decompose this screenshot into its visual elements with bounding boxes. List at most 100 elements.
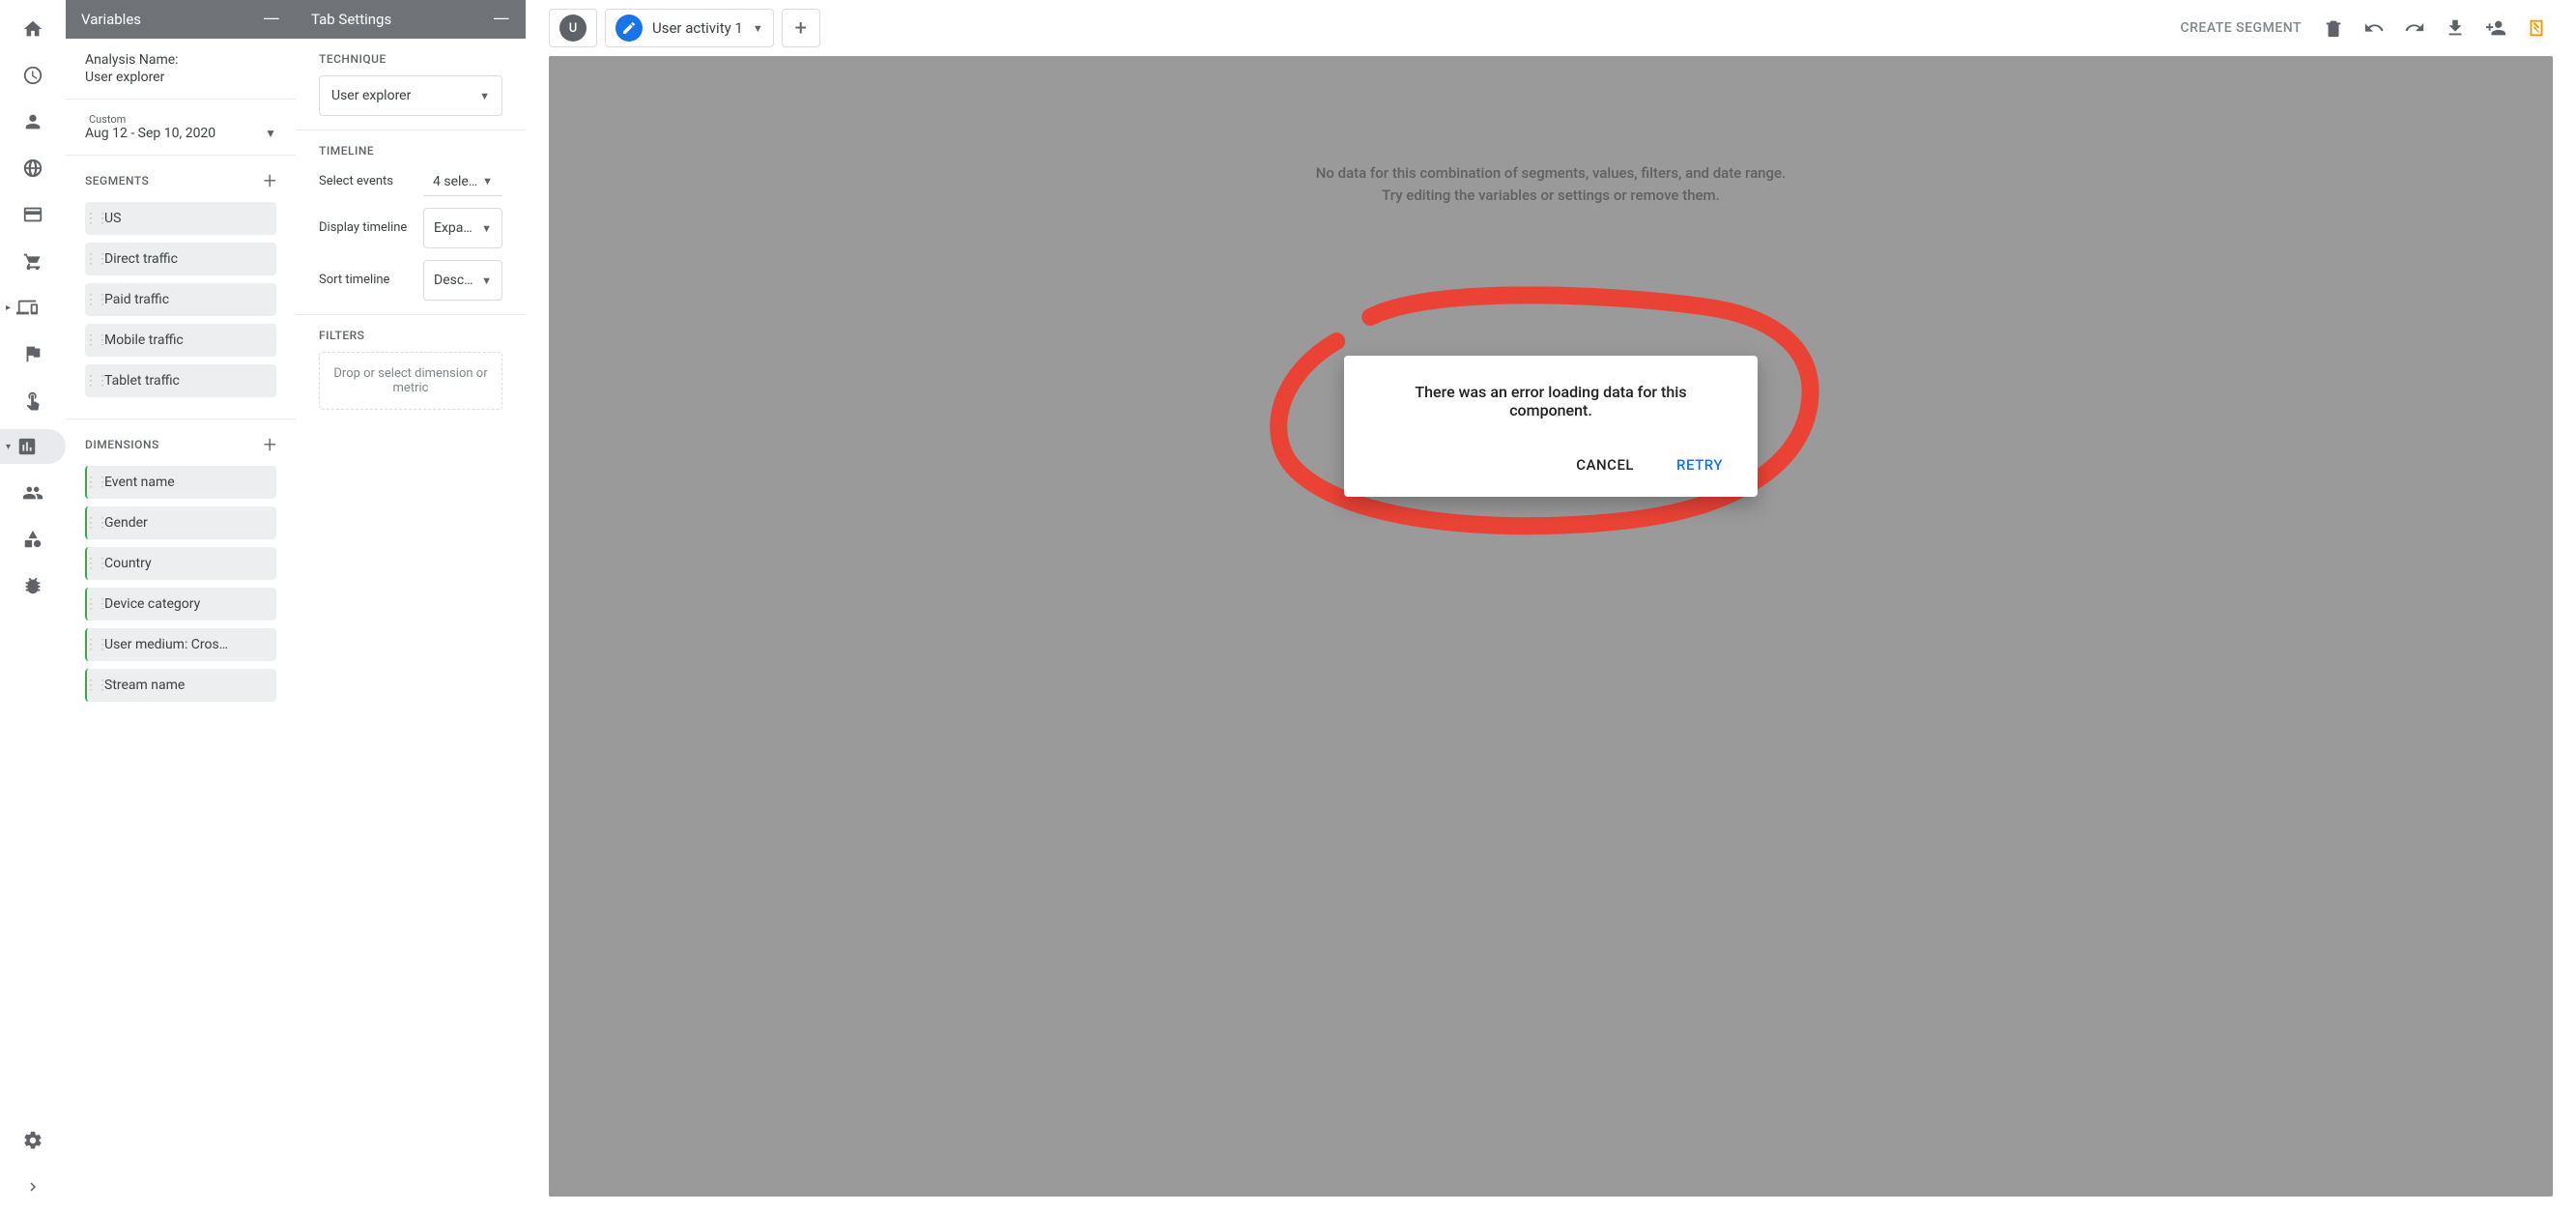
redo-button[interactable] (2398, 12, 2431, 44)
dimension-chip[interactable]: Stream name (85, 669, 276, 702)
select-events-dropdown[interactable]: 4 selected ▼ (423, 167, 502, 196)
filters-dropzone[interactable]: Drop or select dimension or metric (319, 352, 502, 410)
create-segment-button[interactable]: CREATE SEGMENT (2180, 20, 2302, 36)
display-timeline-dropdown[interactable]: Expan… ▼ (423, 208, 502, 248)
drag-handle-icon (87, 678, 104, 693)
filters-label: FILTERS (319, 329, 502, 342)
shapes-icon (22, 529, 43, 550)
undo-icon (2363, 17, 2385, 39)
analysis-name-value[interactable]: User explorer (85, 70, 276, 85)
clock-icon (22, 65, 43, 86)
person-icon (22, 111, 43, 132)
drag-handle-icon (87, 515, 104, 531)
chip-label: US (104, 211, 129, 226)
dimension-chip[interactable]: Device category (85, 588, 276, 620)
chip-label: Event name (104, 475, 183, 490)
bug-icon (22, 575, 43, 596)
drag-handle-icon (87, 637, 104, 652)
tab-settings-title: Tab Settings (311, 11, 391, 28)
tab-badge[interactable]: U (549, 9, 597, 47)
no-data-line2: Try editing the variables or settings or… (1316, 185, 1786, 207)
nav-recent[interactable] (15, 58, 50, 93)
tab-bar: U User activity 1 ▼ + CREATE SEGMENT (549, 8, 2553, 48)
add-dimension-button[interactable]: + (263, 433, 276, 456)
dimension-chip[interactable]: Country (85, 547, 276, 580)
add-segment-button[interactable]: + (263, 169, 276, 192)
nav-touch[interactable] (15, 383, 50, 418)
nav-people[interactable] (15, 476, 50, 510)
select-events-value: 4 selected (433, 174, 478, 189)
segment-chip[interactable]: Direct traffic (85, 243, 276, 275)
dimensions-heading: DIMENSIONS (85, 438, 159, 451)
sampling-icon (2526, 17, 2547, 39)
dimension-chip[interactable]: Gender (85, 506, 276, 539)
download-button[interactable] (2439, 12, 2472, 44)
nav-settings[interactable] (15, 1123, 50, 1158)
timeline-label: TIMELINE (319, 144, 502, 158)
drag-handle-icon (87, 211, 104, 226)
chevron-right-icon (24, 1178, 42, 1196)
drag-handle-icon (87, 475, 104, 490)
nav-user[interactable] (15, 104, 50, 139)
delete-button[interactable] (2317, 12, 2350, 44)
devices-icon (16, 297, 38, 318)
card-icon (22, 204, 43, 225)
chip-label: User medium: Cros… (104, 637, 236, 652)
minimize-icon[interactable]: — (492, 8, 510, 31)
date-custom-label: Custom (85, 113, 276, 126)
nav-devices[interactable]: ▸ (0, 290, 66, 325)
sort-timeline-dropdown[interactable]: Desce… ▼ (423, 260, 502, 301)
nav-expand[interactable] (15, 1169, 50, 1204)
chip-label: Mobile traffic (104, 332, 191, 348)
segment-chip[interactable]: Paid traffic (85, 283, 276, 316)
main-area: U User activity 1 ▼ + CREATE SEGMENT No … (526, 0, 2576, 1212)
add-tab-button[interactable]: + (782, 9, 820, 47)
technique-label: TECHNIQUE (319, 52, 502, 66)
variables-header: Variables — (66, 0, 296, 39)
dimensions-list: Event name Gender Country Device category Us… (66, 466, 296, 723)
drag-handle-icon (87, 251, 104, 267)
caret-down-icon: ▼ (482, 175, 493, 188)
nav-shapes[interactable] (15, 522, 50, 557)
touch-icon (22, 390, 43, 411)
chip-label: Stream name (104, 678, 192, 693)
segment-chip[interactable]: US (85, 202, 276, 235)
nav-home[interactable] (15, 12, 50, 46)
nav-card[interactable] (15, 197, 50, 232)
date-range-selector[interactable]: Aug 12 - Sep 10, 2020 ▼ (85, 126, 276, 141)
drag-handle-icon (87, 292, 104, 307)
nav-flag[interactable] (15, 336, 50, 371)
dimension-chip[interactable]: User medium: Cros… (85, 628, 276, 661)
nav-cart[interactable] (15, 244, 50, 278)
nav-rail: ▸ ▾ (0, 0, 66, 1212)
date-range-value: Aug 12 - Sep 10, 2020 (85, 126, 215, 141)
chip-label: Tablet traffic (104, 373, 187, 389)
technique-select[interactable]: User explorer ▼ (319, 75, 502, 116)
no-data-message: No data for this combination of segments… (1316, 162, 1786, 206)
tab-badge-letter: U (559, 14, 587, 42)
dialog-cancel-button[interactable]: CANCEL (1572, 450, 1638, 479)
nav-analysis[interactable]: ▾ (0, 429, 66, 464)
dialog-retry-button[interactable]: RETRY (1673, 450, 1727, 479)
caret-down-icon: ▼ (481, 274, 492, 287)
share-button[interactable] (2479, 12, 2512, 44)
chip-label: Direct traffic (104, 251, 186, 267)
drag-handle-icon (87, 332, 104, 348)
caret-down-icon: ▼ (479, 90, 490, 102)
nav-globe[interactable] (15, 151, 50, 186)
globe-icon (22, 158, 43, 179)
segment-chip[interactable]: Mobile traffic (85, 324, 276, 357)
undo-button[interactable] (2358, 12, 2390, 44)
segment-chip[interactable]: Tablet traffic (85, 364, 276, 397)
segments-list: US Direct traffic Paid traffic Mobile traff… (66, 202, 296, 418)
caret-down-icon[interactable]: ▼ (753, 22, 763, 35)
caret-down-icon: ▼ (481, 222, 492, 235)
display-timeline-value: Expan… (434, 220, 477, 236)
nav-bug[interactable] (15, 568, 50, 603)
sampling-button[interactable] (2520, 12, 2553, 44)
dimension-chip[interactable]: Event name (85, 466, 276, 499)
sort-timeline-value: Desce… (434, 273, 477, 288)
active-tab[interactable]: User activity 1 ▼ (605, 9, 774, 47)
drag-handle-icon (87, 596, 104, 612)
minimize-icon[interactable]: — (262, 8, 280, 31)
